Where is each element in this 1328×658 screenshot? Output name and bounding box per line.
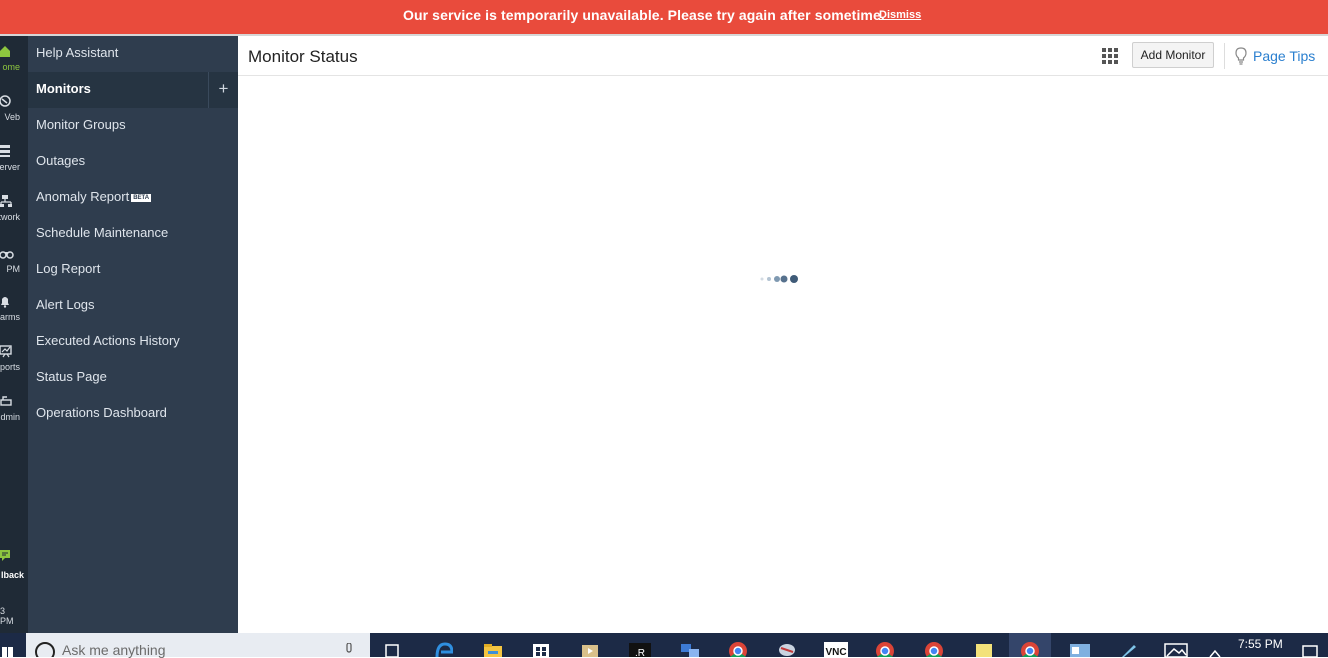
rail-item-reports[interactable]: ports (0, 344, 28, 388)
windows-start-icon[interactable] (2, 641, 14, 657)
globe-icon (0, 95, 11, 107)
menu-item-label: Alert Logs (36, 297, 95, 312)
rail-label-server: erver (0, 162, 20, 172)
page-title: Monitor Status (248, 47, 358, 66)
rail-item-alarms[interactable]: arms (0, 294, 28, 338)
apm-binoculars-icon (0, 251, 14, 259)
menu-item-executed-actions-history[interactable]: Executed Actions History (28, 324, 238, 360)
service-unavailable-banner: Our service is temporarily unavailable. … (0, 0, 1328, 36)
media-player-icon[interactable] (581, 638, 599, 657)
menu-item-help-assistant[interactable]: Help Assistant (28, 36, 238, 72)
header-divider (1224, 43, 1225, 69)
rail-label-apm: PM (6, 264, 21, 274)
rail-label-network: etwork (0, 212, 20, 222)
svg-text:.R: .R (635, 648, 645, 657)
rail-label-reports: ports (0, 362, 20, 372)
outlook-icon[interactable] (1069, 638, 1091, 657)
active-app-highlight (1009, 633, 1051, 657)
menu-item-log-report[interactable]: Log Report (28, 252, 238, 288)
lightbulb-icon[interactable] (1235, 47, 1247, 65)
rail-label-alarms: arms (0, 312, 20, 322)
feedback-icon (0, 550, 10, 561)
rail-item-home[interactable]: ome (0, 44, 28, 88)
svg-text:VNC: VNC (825, 647, 846, 657)
rail-label-feedback: lback (0, 570, 24, 580)
network-app-icon[interactable] (679, 638, 701, 657)
menu-item-label: Monitors (36, 81, 91, 96)
menu-item-anomaly-report[interactable]: Anomaly Report BETA (28, 180, 238, 216)
rail-item-admin[interactable]: dmin (0, 394, 28, 438)
rail-time: 3 PM (0, 606, 14, 626)
task-view-icon[interactable] (384, 638, 402, 657)
photo-icon[interactable] (1164, 638, 1188, 657)
network-icon (0, 195, 12, 207)
rail-label-home: ome (2, 62, 20, 72)
chrome-icon[interactable] (1020, 638, 1040, 657)
menu-item-label: Monitor Groups (36, 117, 126, 132)
rail-item-network[interactable]: etwork (0, 194, 28, 238)
vnc-icon[interactable]: VNC (824, 638, 848, 657)
search-icon (35, 642, 55, 657)
add-monitor-button[interactable]: Add Monitor (1132, 42, 1214, 68)
menu-item-label: Log Report (36, 261, 101, 276)
menu-item-status-page[interactable]: Status Page (28, 360, 238, 396)
store-icon[interactable] (532, 638, 550, 657)
chrome-icon[interactable] (875, 638, 895, 657)
rail-item-web[interactable]: Veb (0, 94, 28, 138)
banner-message: Our service is temporarily unavailable. … (403, 7, 885, 23)
menu-item-monitors[interactable]: Monitors + (28, 72, 238, 108)
edge-icon[interactable] (435, 638, 453, 657)
menu-item-outages[interactable]: Outages (28, 144, 238, 180)
app-grid-icon[interactable] (1102, 48, 1118, 64)
menu-item-alert-logs[interactable]: Alert Logs (28, 288, 238, 324)
windows-taskbar: Ask me anything .R VNC 7:55 PM (0, 633, 1328, 658)
menu-item-label: Help Assistant (36, 45, 119, 60)
page-tips-link[interactable]: Page Tips (1253, 48, 1315, 64)
rail-item-apm[interactable]: PM (0, 246, 28, 290)
pen-icon[interactable] (1118, 638, 1138, 657)
chart-icon (0, 345, 12, 358)
bell-icon (1, 297, 9, 308)
menu-item-monitor-groups[interactable]: Monitor Groups (28, 108, 238, 144)
taskbar-clock[interactable]: 7:55 PM (1238, 637, 1283, 651)
rail-label-admin: dmin (0, 412, 20, 422)
menu-item-schedule-maintenance[interactable]: Schedule Maintenance (28, 216, 238, 252)
app-icon[interactable]: .R (629, 638, 651, 657)
menu-item-label: Status Page (36, 369, 107, 384)
chrome-icon[interactable] (924, 638, 944, 657)
add-monitor-plus-button[interactable]: + (208, 72, 238, 108)
rail-item-feedback[interactable]: lback (0, 548, 28, 592)
menu-item-label: Anomaly Report (36, 189, 130, 204)
taskbar-search-box[interactable]: Ask me anything (26, 633, 370, 658)
page-header: Monitor Status Add Monitor Page Tips (238, 36, 1328, 76)
home-icon (0, 46, 10, 57)
microphone-icon[interactable] (344, 643, 354, 657)
loading-spinner (760, 275, 798, 283)
rail-label-web: Veb (4, 112, 20, 122)
app-icon[interactable] (777, 638, 797, 657)
icon-rail: ome Veb erver etwork PM arms ports dmin … (0, 36, 28, 633)
menu-item-label: Schedule Maintenance (36, 225, 169, 240)
menu-item-label: Executed Actions History (36, 333, 180, 348)
menu-item-label: Operations Dashboard (36, 405, 167, 420)
search-placeholder: Ask me anything (62, 642, 166, 658)
chevron-up-icon[interactable] (1208, 638, 1222, 657)
menu-item-operations-dashboard[interactable]: Operations Dashboard (28, 396, 238, 432)
sidebar-menu: Help Assistant Monitors + Monitor Groups… (28, 36, 238, 633)
chrome-icon[interactable] (728, 638, 748, 657)
admin-icon (0, 396, 12, 406)
menu-item-label: Outages (36, 153, 86, 168)
rail-item-server[interactable]: erver (0, 144, 28, 188)
server-icon (0, 145, 10, 157)
notification-icon[interactable] (1302, 638, 1318, 657)
dismiss-link[interactable]: Dismiss (879, 9, 921, 21)
file-explorer-icon[interactable] (484, 638, 502, 657)
notes-icon[interactable] (974, 638, 994, 657)
beta-badge: BETA (131, 193, 152, 202)
